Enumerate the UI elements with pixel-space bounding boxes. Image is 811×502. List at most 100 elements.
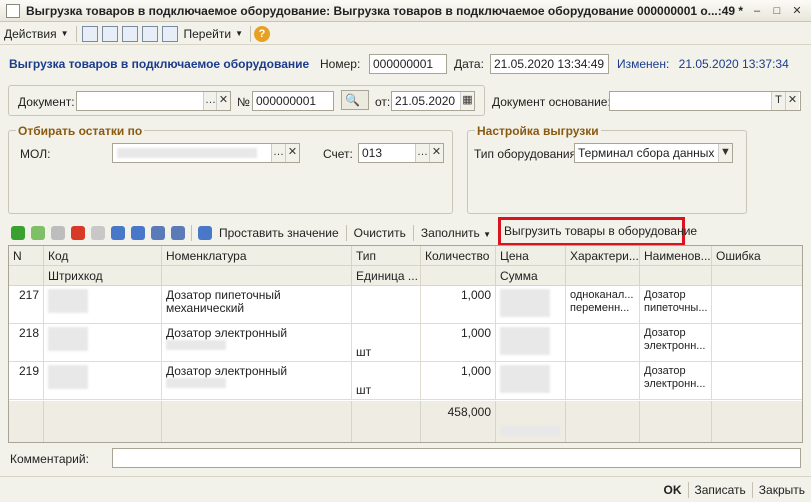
- row-name: Дозатор электронн...: [640, 362, 712, 400]
- print-doc-icon[interactable]: [161, 25, 178, 42]
- col-name[interactable]: Наименов...: [640, 246, 712, 266]
- calendar-icon[interactable]: ▦: [460, 92, 474, 110]
- row-price: [496, 286, 566, 324]
- equipment-type-select[interactable]: Терминал сбора данных: [574, 143, 733, 163]
- bottom-divider: [751, 481, 753, 498]
- price-redacted: [500, 289, 550, 317]
- mol-redacted: [117, 148, 257, 158]
- comment-field[interactable]: [112, 448, 801, 468]
- document-clear-icon[interactable]: ✕: [216, 92, 230, 110]
- save-button[interactable]: Записать: [695, 483, 746, 497]
- code-redacted: [48, 365, 88, 389]
- col-sum[interactable]: Сумма: [496, 266, 566, 286]
- col-empty: [162, 266, 352, 286]
- from-label: от:: [375, 95, 391, 109]
- toolbar-divider: [191, 225, 192, 241]
- actions-menu[interactable]: Действия ▼: [0, 24, 73, 44]
- col-price[interactable]: Цена: [496, 246, 566, 266]
- total-empty: [162, 401, 352, 442]
- minimize-button[interactable]: –: [749, 4, 765, 18]
- col-empty: [566, 266, 640, 286]
- close-window-button[interactable]: ✕: [789, 4, 805, 18]
- actions-label: Действия: [4, 26, 57, 41]
- basis-clear-icon[interactable]: ✕: [785, 92, 799, 110]
- sort-asc-icon[interactable]: [151, 226, 165, 240]
- close-button[interactable]: Закрыть: [759, 483, 805, 497]
- chevron-down-icon: ▼: [483, 230, 492, 239]
- total-empty: [712, 401, 802, 442]
- table-totals: 458,000: [9, 401, 802, 442]
- chevron-down-icon[interactable]: ▼: [718, 144, 732, 162]
- post-doc-icon[interactable]: [81, 25, 98, 42]
- set-value-button[interactable]: Проставить значение: [219, 226, 339, 240]
- col-error[interactable]: Ошибка: [712, 246, 802, 266]
- account-select-button[interactable]: …: [415, 144, 429, 162]
- row-error: [712, 362, 802, 400]
- col-n[interactable]: N: [9, 246, 44, 266]
- col-char[interactable]: Характери...: [566, 246, 640, 266]
- add-row-icon[interactable]: [11, 226, 25, 240]
- col-nomenclature[interactable]: Номенклатура: [162, 246, 352, 266]
- table-row[interactable]: 218 Дозатор электронный шт 1,000 Дозатор…: [9, 324, 802, 362]
- col-qty[interactable]: Количество: [421, 246, 496, 266]
- col-code[interactable]: Код: [44, 246, 162, 266]
- mol-select-button[interactable]: …: [271, 144, 285, 162]
- col-barcode[interactable]: Штрихкод: [44, 266, 162, 286]
- move-up-icon[interactable]: [111, 226, 125, 240]
- col-unit[interactable]: Единица ...: [352, 266, 421, 286]
- total-empty: [640, 401, 712, 442]
- delete-row-icon[interactable]: [71, 226, 85, 240]
- copy-doc-icon[interactable]: [121, 25, 138, 42]
- bottom-bar: OK Записать Закрыть: [0, 476, 811, 502]
- end-edit-icon[interactable]: [91, 226, 105, 240]
- nomenclature-text: Дозатор электронный: [166, 364, 288, 378]
- fill-label: Заполнить: [420, 226, 480, 240]
- number-field[interactable]: 000000001: [369, 54, 447, 74]
- code-redacted: [48, 289, 88, 313]
- date-field[interactable]: 21.05.2020 13:34:49: [490, 54, 609, 74]
- copy-row-icon[interactable]: [31, 226, 45, 240]
- row-nomenclature: Дозатор электронный: [162, 362, 352, 400]
- chevron-down-icon: ▼: [60, 29, 69, 38]
- no-field[interactable]: 000000001: [252, 91, 334, 111]
- row-error: [712, 324, 802, 362]
- basis-label: Документ основание:: [492, 95, 611, 109]
- export-to-equipment-button[interactable]: Выгрузить товары в оборудование: [498, 217, 697, 246]
- maximize-button[interactable]: □: [769, 4, 785, 18]
- total-empty: [352, 401, 421, 442]
- goto-menu[interactable]: Перейти ▼: [180, 24, 247, 44]
- fill-menu[interactable]: Заполнить ▼: [421, 226, 491, 240]
- table-row[interactable]: 217 Дозатор пипеточный механический 1,00…: [9, 286, 802, 324]
- row-price: [496, 362, 566, 400]
- edit-row-icon[interactable]: [51, 226, 65, 240]
- window-title-bar: Выгрузка товаров в подключаемое оборудов…: [0, 0, 811, 22]
- account-clear-icon[interactable]: ✕: [429, 144, 443, 162]
- window-title: Выгрузка товаров в подключаемое оборудов…: [26, 3, 744, 18]
- refresh-icon[interactable]: [101, 25, 118, 42]
- toolbar-divider: [412, 225, 414, 241]
- ok-button[interactable]: OK: [664, 483, 682, 497]
- row-unit: шт: [352, 362, 421, 400]
- export-doc-icon[interactable]: [141, 25, 158, 42]
- move-down-icon[interactable]: [131, 226, 145, 240]
- text-type-icon[interactable]: T: [771, 92, 785, 110]
- help-icon[interactable]: ?: [253, 25, 270, 42]
- search-doc-icon[interactable]: 🔍: [341, 90, 369, 110]
- row-qty: 1,000: [421, 286, 496, 324]
- col-type[interactable]: Тип: [352, 246, 421, 266]
- total-empty: [9, 401, 44, 442]
- changed-value: 21.05.2020 13:37:34: [678, 57, 789, 71]
- mol-clear-icon[interactable]: ✕: [285, 144, 299, 162]
- document-select-button[interactable]: …: [203, 92, 217, 110]
- table-row[interactable]: 219 Дозатор электронный шт 1,000 Дозатор…: [9, 362, 802, 400]
- col-empty: [712, 266, 802, 286]
- total-sum: [496, 401, 566, 442]
- no-label: №: [237, 95, 250, 109]
- export-group-title: Настройка выгрузки: [475, 124, 601, 138]
- row-name: Дозатор электронн...: [640, 324, 712, 362]
- nomenclature-redacted: [166, 378, 226, 388]
- account-label: Счет:: [323, 147, 353, 161]
- total-qty: 458,000: [421, 401, 496, 442]
- clear-button[interactable]: Очистить: [354, 226, 406, 240]
- sort-desc-icon[interactable]: [171, 226, 185, 240]
